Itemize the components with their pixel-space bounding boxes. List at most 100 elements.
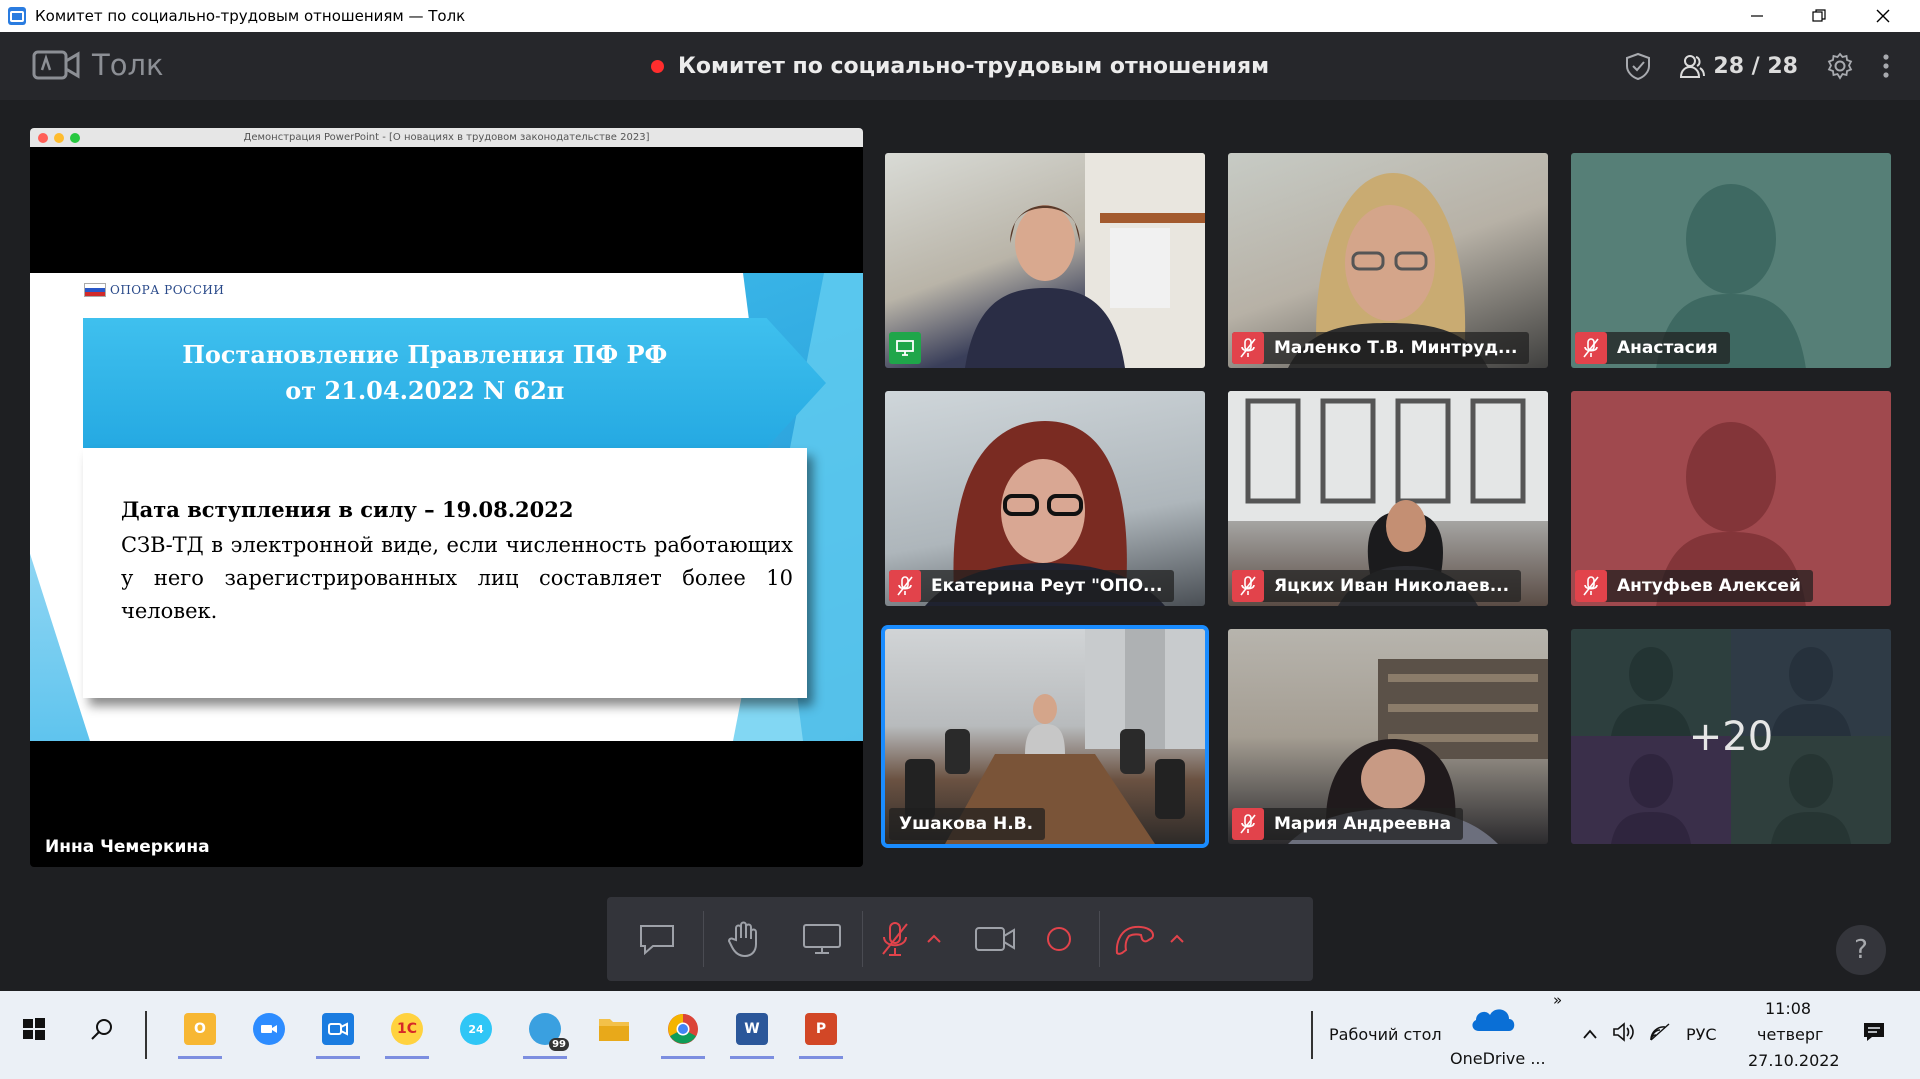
slide-body: СЗВ-ТД в электронной виде, если численно… <box>121 533 793 623</box>
participant-name: Екатерина Реут "ОПО... <box>931 576 1163 596</box>
taskbar-app-outlook[interactable]: O <box>176 1005 224 1059</box>
search-button[interactable] <box>78 1005 126 1053</box>
raise-hand-icon <box>727 921 757 958</box>
taskbar-app-word[interactable]: W <box>728 1005 776 1059</box>
desktop-toolbar-label[interactable]: Рабочий стол <box>1329 1025 1442 1044</box>
active-indicator <box>799 1056 843 1059</box>
toolbar-overflow-icon[interactable]: » <box>1553 991 1562 1009</box>
taskbar-app-powerpoint[interactable]: P <box>797 1005 845 1059</box>
participant-name: Ушакова Н.В. <box>899 814 1034 834</box>
wifi-icon[interactable] <box>1648 1021 1672 1047</box>
active-indicator <box>385 1056 429 1059</box>
screen-share-panel[interactable]: Демонстрация PowerPoint - [О новациях в … <box>30 128 863 867</box>
chevron-up-icon[interactable] <box>1582 1025 1598 1044</box>
mic-off-icon <box>1575 570 1607 602</box>
more-menu-icon[interactable] <box>1882 52 1890 80</box>
minimize-button[interactable] <box>1726 0 1788 32</box>
participant-video <box>965 153 1205 368</box>
clock-time[interactable]: 11:08 <box>1765 999 1811 1018</box>
camera-button[interactable] <box>965 909 1025 969</box>
active-indicator <box>661 1056 705 1059</box>
camera-logo-icon <box>32 50 80 80</box>
leave-call-button[interactable] <box>1110 909 1160 969</box>
chat-icon <box>640 925 674 955</box>
screen-share-icon <box>889 332 921 364</box>
video-tile[interactable]: Антуфьев Алексей <box>1571 391 1891 606</box>
notifications-icon[interactable] <box>1862 1021 1886 1047</box>
hangup-icon <box>1115 925 1155 955</box>
window-titlebar: Комитет по социально-трудовым отношениям… <box>0 0 1920 32</box>
clock-weekday[interactable]: четверг <box>1757 1025 1823 1044</box>
participant-name-bar: Анастасия <box>1575 332 1730 364</box>
raise-hand-button[interactable] <box>714 909 774 969</box>
video-tile[interactable] <box>885 153 1205 368</box>
speaker-icon[interactable] <box>1612 1021 1636 1047</box>
video-tile[interactable]: Маленко Т.В. Минтруд... <box>1228 153 1548 368</box>
taskbar-app-bitrix[interactable]: 24 <box>452 1005 500 1053</box>
record-icon <box>1047 927 1071 951</box>
microphone-button[interactable] <box>873 909 917 969</box>
record-button[interactable] <box>1029 909 1089 969</box>
slide-banner: Постановление Правления ПФ РФ от 21.04.2… <box>83 318 826 448</box>
presentation-window-bar: Демонстрация PowerPoint - [О новациях в … <box>30 128 863 147</box>
presenter-name: Инна Чемеркина <box>45 837 210 857</box>
mic-off-icon <box>1232 808 1264 840</box>
leave-options-button[interactable] <box>1160 909 1194 969</box>
video-tile[interactable]: Мария Андреевна <box>1228 629 1548 844</box>
toolbar-divider <box>1099 911 1100 967</box>
onedrive-icon[interactable] <box>1469 1003 1517 1037</box>
outlook-icon: O <box>184 1013 216 1045</box>
taskbar-app-explorer[interactable] <box>590 1005 638 1053</box>
onedrive-label: OneDrive ... <box>1450 1049 1546 1068</box>
more-participants-tile[interactable]: +20 <box>1571 629 1891 844</box>
video-tile-active-speaker[interactable]: Ушакова Н.В. <box>885 629 1205 844</box>
participant-name-bar: Антуфьев Алексей <box>1575 570 1813 602</box>
taskbar-app-tolk[interactable] <box>314 1005 362 1059</box>
active-indicator <box>178 1056 222 1059</box>
recording-indicator <box>650 59 664 73</box>
video-tile[interactable]: Екатерина Реут "ОПО... <box>885 391 1205 606</box>
restore-button[interactable] <box>1788 0 1850 32</box>
taskbar-app-chrome[interactable] <box>659 1005 707 1059</box>
mic-off-icon <box>1575 332 1607 364</box>
screen-share-icon <box>803 924 841 954</box>
participants-button[interactable]: 28 / 28 <box>1679 53 1798 79</box>
input-language[interactable]: РУС <box>1686 1025 1717 1044</box>
participant-name: Мария Андреевна <box>1274 814 1452 834</box>
chrome-icon <box>668 1014 698 1044</box>
active-indicator <box>316 1056 360 1059</box>
chat-button[interactable] <box>627 909 687 969</box>
microphone-options-button[interactable] <box>917 909 951 969</box>
share-screen-button[interactable] <box>792 909 852 969</box>
mic-off-icon <box>882 922 908 956</box>
participants-icon <box>1680 55 1706 78</box>
taskbar-divider <box>145 1011 147 1059</box>
start-button[interactable] <box>10 1005 58 1053</box>
bitrix24-icon: 24 <box>460 1013 492 1045</box>
more-participants-count: +20 <box>1688 713 1774 760</box>
participant-name-bar: Ушакова Н.В. <box>889 808 1046 840</box>
gear-icon[interactable] <box>1826 52 1854 80</box>
participant-name: Антуфьев Алексей <box>1617 576 1801 596</box>
toolbar-divider <box>862 911 863 967</box>
clock-date[interactable]: 27.10.2022 <box>1748 1051 1840 1070</box>
app-header: Толк Комитет по социально-трудовым отнош… <box>0 32 1920 100</box>
help-button[interactable]: ? <box>1836 925 1886 975</box>
messenger-icon: 99 <box>529 1013 569 1051</box>
participants-count: 28 / 28 <box>1713 53 1798 79</box>
taskbar-app-messenger[interactable]: 99 <box>521 1005 569 1059</box>
participant-name: Маленко Т.В. Минтруд... <box>1274 338 1518 358</box>
app-icon <box>8 7 26 25</box>
opora-logo: ОПОРА РОССИИ <box>84 283 224 297</box>
taskbar-app-1c[interactable]: 1С <box>383 1005 431 1059</box>
video-tile[interactable]: Анастасия <box>1571 153 1891 368</box>
active-indicator <box>730 1056 774 1059</box>
banner-line-1: Постановление Правления ПФ РФ <box>182 340 668 369</box>
windows-taskbar: O 1С 24 99 W P Рабочий стол » OneDrive .… <box>0 991 1920 1079</box>
taskbar-app-zoom[interactable] <box>245 1005 293 1053</box>
close-button[interactable] <box>1852 0 1914 32</box>
video-tile[interactable]: Яцких Иван Николаев... <box>1228 391 1548 606</box>
shield-icon[interactable] <box>1625 52 1651 80</box>
banner-line-2: от 21.04.2022 N 62п <box>285 376 565 405</box>
slide-textbox: Дата вступления в силу – 19.08.2022 СЗВ-… <box>83 448 807 698</box>
